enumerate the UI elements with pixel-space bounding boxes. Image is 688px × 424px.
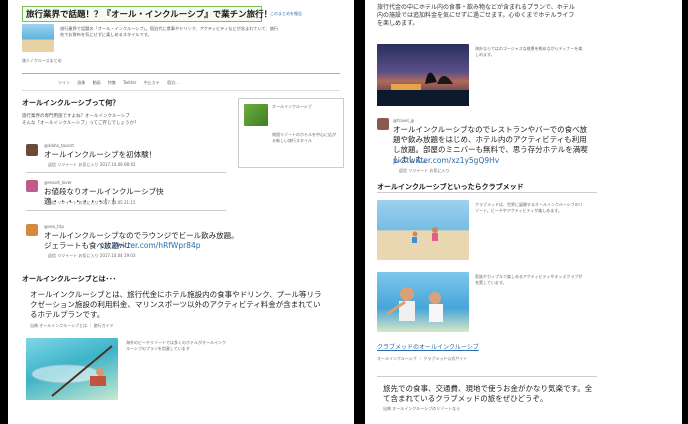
nav-item[interactable]: 中止カテ <box>144 80 160 86</box>
right-page: 旅行代金の中にホテル内の食事・飲み物などが含まれるプランで、ホテル内の施設では追… <box>365 0 682 424</box>
nav-bar: ツイン 画像 動画 特集 Twitter 中止カテ 宿泊... <box>58 80 185 86</box>
tweet-link[interactable]: pic.twitter.com/hRfWpr84p <box>100 241 201 251</box>
nav-item[interactable]: ツイン <box>58 80 70 86</box>
beach-illustration <box>412 227 438 243</box>
intro-caption: 旅行業界で話題の「オール・インクルーシブ」。宿泊代に食事やドリンク、アクティビテ… <box>60 26 279 37</box>
divider <box>22 90 340 91</box>
divider <box>377 192 597 193</box>
photo-caption: 海外ならではのゴージャスな夜景を眺めながらディナーを楽しめます。 <box>475 46 583 57</box>
avatar[interactable] <box>377 118 389 130</box>
night-resort-illustration <box>377 72 469 106</box>
nav-item[interactable]: 画像 <box>77 80 85 86</box>
divider <box>377 376 597 377</box>
tweet-user[interactable]: @resort_lover <box>44 180 72 186</box>
tweet-link[interactable]: pic.twitter.com/xz1y5gQ9Hv <box>393 156 499 166</box>
tweet-user[interactable]: @sea_trip <box>44 224 64 230</box>
source-link[interactable]: 出典 オールインクルーシブとは ｜ 旅行ガイド <box>30 323 114 329</box>
author-label[interactable]: 旅人 / クルーズまとめ <box>22 58 62 64</box>
sidebar-card-text: 南国リゾートのホテルを中心に広がる新しい旅行スタイル <box>272 132 336 143</box>
section-body: オールインクルーシブとは、旅行代金にホテル施設内の食事やドリンク、プール等リラク… <box>30 290 322 319</box>
tweet-meta: 返信 リツイート お気に入り 2017.10.04 19:03 <box>48 253 136 258</box>
image-caption: 海外のビーチリゾートでは多くのホテルがオールインクルーシブのプランを用意していま… <box>126 340 226 351</box>
header-thumbnail <box>22 24 54 52</box>
section-heading: オールインクルーシブといったらクラブメッド <box>377 183 524 191</box>
avatar[interactable] <box>26 224 38 236</box>
tweet-text: オールインクルーシブを初体験！ <box>44 150 157 159</box>
tweet-meta: 返信 リツイート お気に入り 2017.10.05 21:15 <box>48 200 136 205</box>
tweet-user[interactable]: @aloha_tourist <box>44 143 74 149</box>
tweet-user[interactable]: @travel_jp <box>393 118 414 124</box>
divider <box>22 73 340 74</box>
sidebar-card-title: オールインクルーシブ <box>272 104 312 109</box>
section-heading: オールインクルーシブって何？ <box>22 99 120 107</box>
club-med-link-desc: オールインクルーシブ ｜ クラブメッド公式サイト <box>377 356 468 361</box>
bottom-text: 旅先での食事、交通費、現地で使うお金がかなり気楽です。全て含まれているクラブメッ… <box>383 384 593 403</box>
photo-caption: クラブメッドは、世界に展開するオールインクルーシブのリゾート。ビーチやアクティビ… <box>475 202 583 213</box>
divider <box>26 210 226 211</box>
nav-item[interactable]: 動画 <box>93 80 101 86</box>
report-link[interactable]: このまとめを報告 <box>270 11 302 17</box>
kayak-illustration <box>31 345 113 397</box>
nav-item[interactable]: Twitter <box>123 80 136 86</box>
top-text: 旅行代金の中にホテル内の食事・飲み物などが含まれるプランで、ホテル内の施設では追… <box>377 4 575 27</box>
tweet-meta: 返信 リツイート お気に入り 2017.10.06 08:42 <box>48 162 136 167</box>
left-page: 旅行業界で話題！？『オール・インクルーシブ』で業チン旅行！ このまとめを報告 旅… <box>8 0 354 424</box>
nav-item[interactable]: 特集 <box>108 80 116 86</box>
family-illustration <box>386 287 443 322</box>
nav-item[interactable]: 宿泊... <box>167 80 179 86</box>
section-heading: オールインクルーシブとは･･･ <box>22 275 117 283</box>
page-title: 旅行業界で話題！？『オール・インクルーシブ』で業チン旅行！ <box>26 10 273 20</box>
photo-caption: 家族やカップルで楽しめるアクティビティやキッズクラブが充実しています。 <box>475 274 583 285</box>
club-med-link[interactable]: クラブメッドのオールインクルーシブ <box>377 344 479 352</box>
section-caption: 旅行業界の専門用語ですよね？オールインクルーシブ そんな「オールインクルーシブ」… <box>22 114 139 126</box>
tweet-meta: 返信 リツイート お気に入り <box>399 168 450 173</box>
avatar[interactable] <box>26 180 38 192</box>
sidebar-card-image <box>244 104 268 126</box>
source-link[interactable]: 出典 オールインクルーシブのリゾートなら <box>383 406 460 412</box>
avatar[interactable] <box>26 144 38 156</box>
divider <box>26 172 226 173</box>
